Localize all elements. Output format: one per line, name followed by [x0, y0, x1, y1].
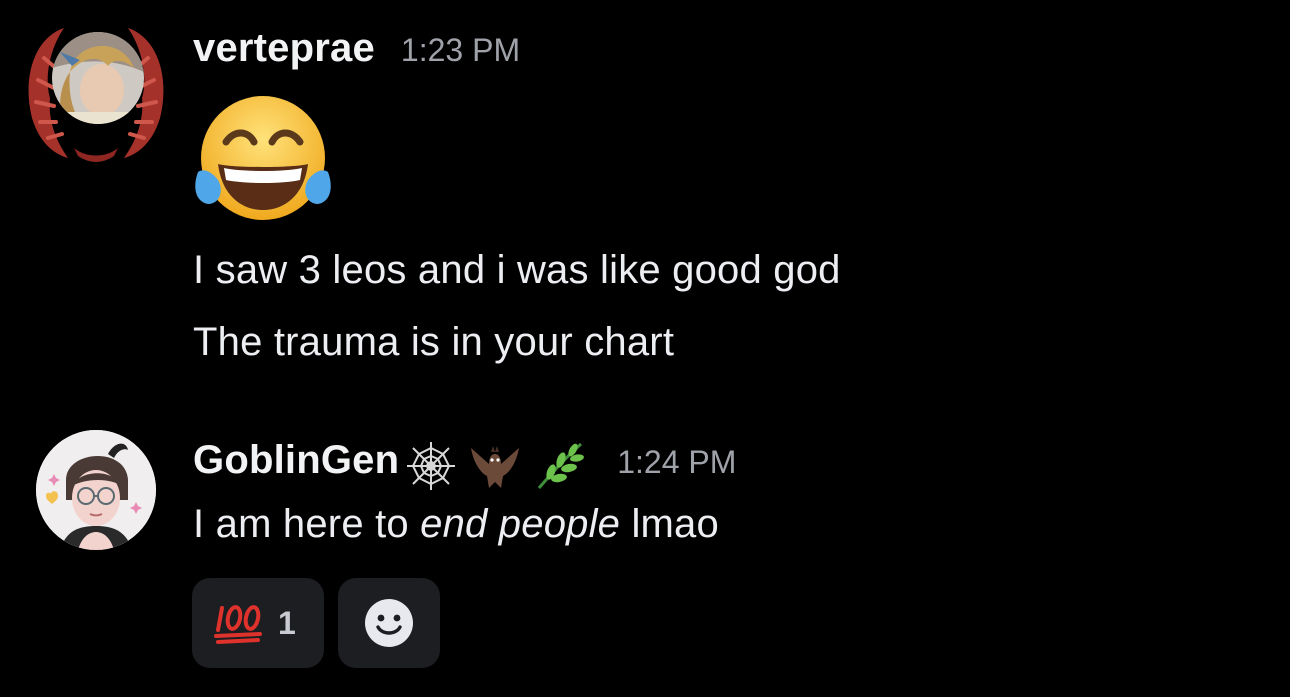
message-text-end: lmao: [620, 502, 719, 546]
reaction-count: 1: [278, 604, 296, 641]
timestamp: 1:23 PM: [400, 32, 521, 68]
timestamp: 1:24 PM: [617, 444, 737, 480]
username[interactable]: verteprae: [193, 26, 375, 71]
message-text: I am here to end people lmao: [193, 502, 719, 547]
avatar: [52, 32, 144, 124]
username[interactable]: GoblinGen: [193, 438, 399, 483]
username-emojis: [403, 438, 587, 494]
joy-face-emoji-icon: [195, 96, 331, 220]
avatar-with-decoration[interactable]: [24, 18, 168, 162]
reaction-bar: 1: [192, 578, 440, 668]
message-header: verteprae 1:23 PM: [193, 26, 520, 71]
add-reaction-button[interactable]: [338, 578, 440, 668]
hundred-points-icon: [214, 605, 262, 644]
spider-web-icon: [407, 442, 456, 490]
message-header: GoblinGen 1:24 PM: [193, 438, 736, 494]
message-text-italic: end people: [420, 502, 621, 546]
herb-icon: [538, 442, 585, 489]
avatar[interactable]: [36, 430, 156, 550]
smiley-add-reaction-icon: [365, 599, 413, 647]
message-text: The trauma is in your chart: [193, 320, 675, 364]
reaction-hundred-points[interactable]: 1: [192, 578, 324, 668]
message-text-start: I am here to: [193, 502, 421, 546]
bat-icon: [471, 446, 520, 488]
user-photo-icon: [52, 32, 144, 124]
message-text: I saw 3 leos and i was like good god: [193, 248, 841, 292]
chat-view: verteprae 1:23 PM I saw 3 leos and i was…: [0, 0, 1290, 697]
user-drawing-icon: [36, 430, 156, 550]
